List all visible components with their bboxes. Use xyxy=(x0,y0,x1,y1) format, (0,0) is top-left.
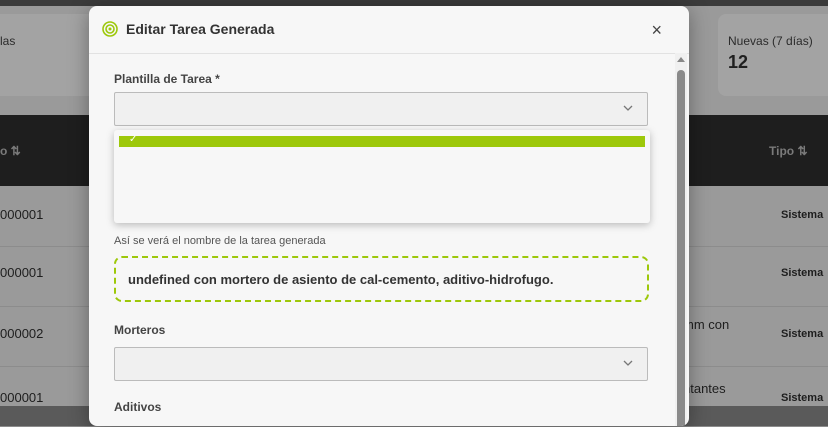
template-dropdown: ✓ xyxy=(114,130,650,223)
target-icon xyxy=(102,21,118,37)
row-type: Sistema xyxy=(781,209,824,221)
stat-card-value: 12 xyxy=(728,52,749,72)
row-type: Sistema xyxy=(781,267,824,279)
stat-card-title: las xyxy=(0,34,16,48)
row-code: 000001 xyxy=(0,390,44,405)
modal-scrollbar[interactable] xyxy=(675,53,687,426)
edit-task-modal: Editar Tarea Generada × Plantilla de Tar… xyxy=(89,6,689,426)
row-code: 000002 xyxy=(0,326,44,341)
check-icon: ✓ xyxy=(129,134,138,145)
morteros-field-label: Morteros xyxy=(114,323,166,337)
row-type: Sistema xyxy=(781,328,824,340)
aditivos-field-label: Aditivos xyxy=(114,400,162,414)
template-field-label: Plantilla de Tarea * xyxy=(114,72,220,86)
row-type: Sistema xyxy=(781,392,824,404)
chevron-down-icon xyxy=(623,360,633,366)
stat-card-new: Nuevas (7 días) 12 xyxy=(718,14,828,96)
scroll-up-icon[interactable] xyxy=(677,57,685,62)
stat-card-left: las xyxy=(0,14,100,96)
column-header-type[interactable]: Tipo ⇅ xyxy=(769,144,808,158)
modal-title: Editar Tarea Generada xyxy=(126,21,275,37)
close-icon[interactable]: × xyxy=(651,21,662,39)
preview-text: undefined con mortero de asiento de cal-… xyxy=(128,272,554,287)
column-header[interactable]: o ⇅ xyxy=(0,144,21,158)
row-code: 000001 xyxy=(0,265,44,280)
preview-subtitle: Así se verá el nombre de la tarea genera… xyxy=(114,235,326,247)
scroll-thumb[interactable] xyxy=(677,70,685,426)
row-code: 000001 xyxy=(0,207,44,222)
chevron-down-icon xyxy=(623,105,633,111)
preview-box: undefined con mortero de asiento de cal-… xyxy=(114,256,649,302)
row-description: ntantes xyxy=(683,381,726,396)
stat-card-title: Nuevas (7 días) xyxy=(728,34,813,48)
morteros-select[interactable] xyxy=(114,347,648,381)
modal-header: Editar Tarea Generada × xyxy=(89,6,689,54)
dropdown-option-selected[interactable]: ✓ xyxy=(119,134,645,147)
row-description: mm con xyxy=(683,317,730,332)
template-select[interactable] xyxy=(114,92,648,126)
